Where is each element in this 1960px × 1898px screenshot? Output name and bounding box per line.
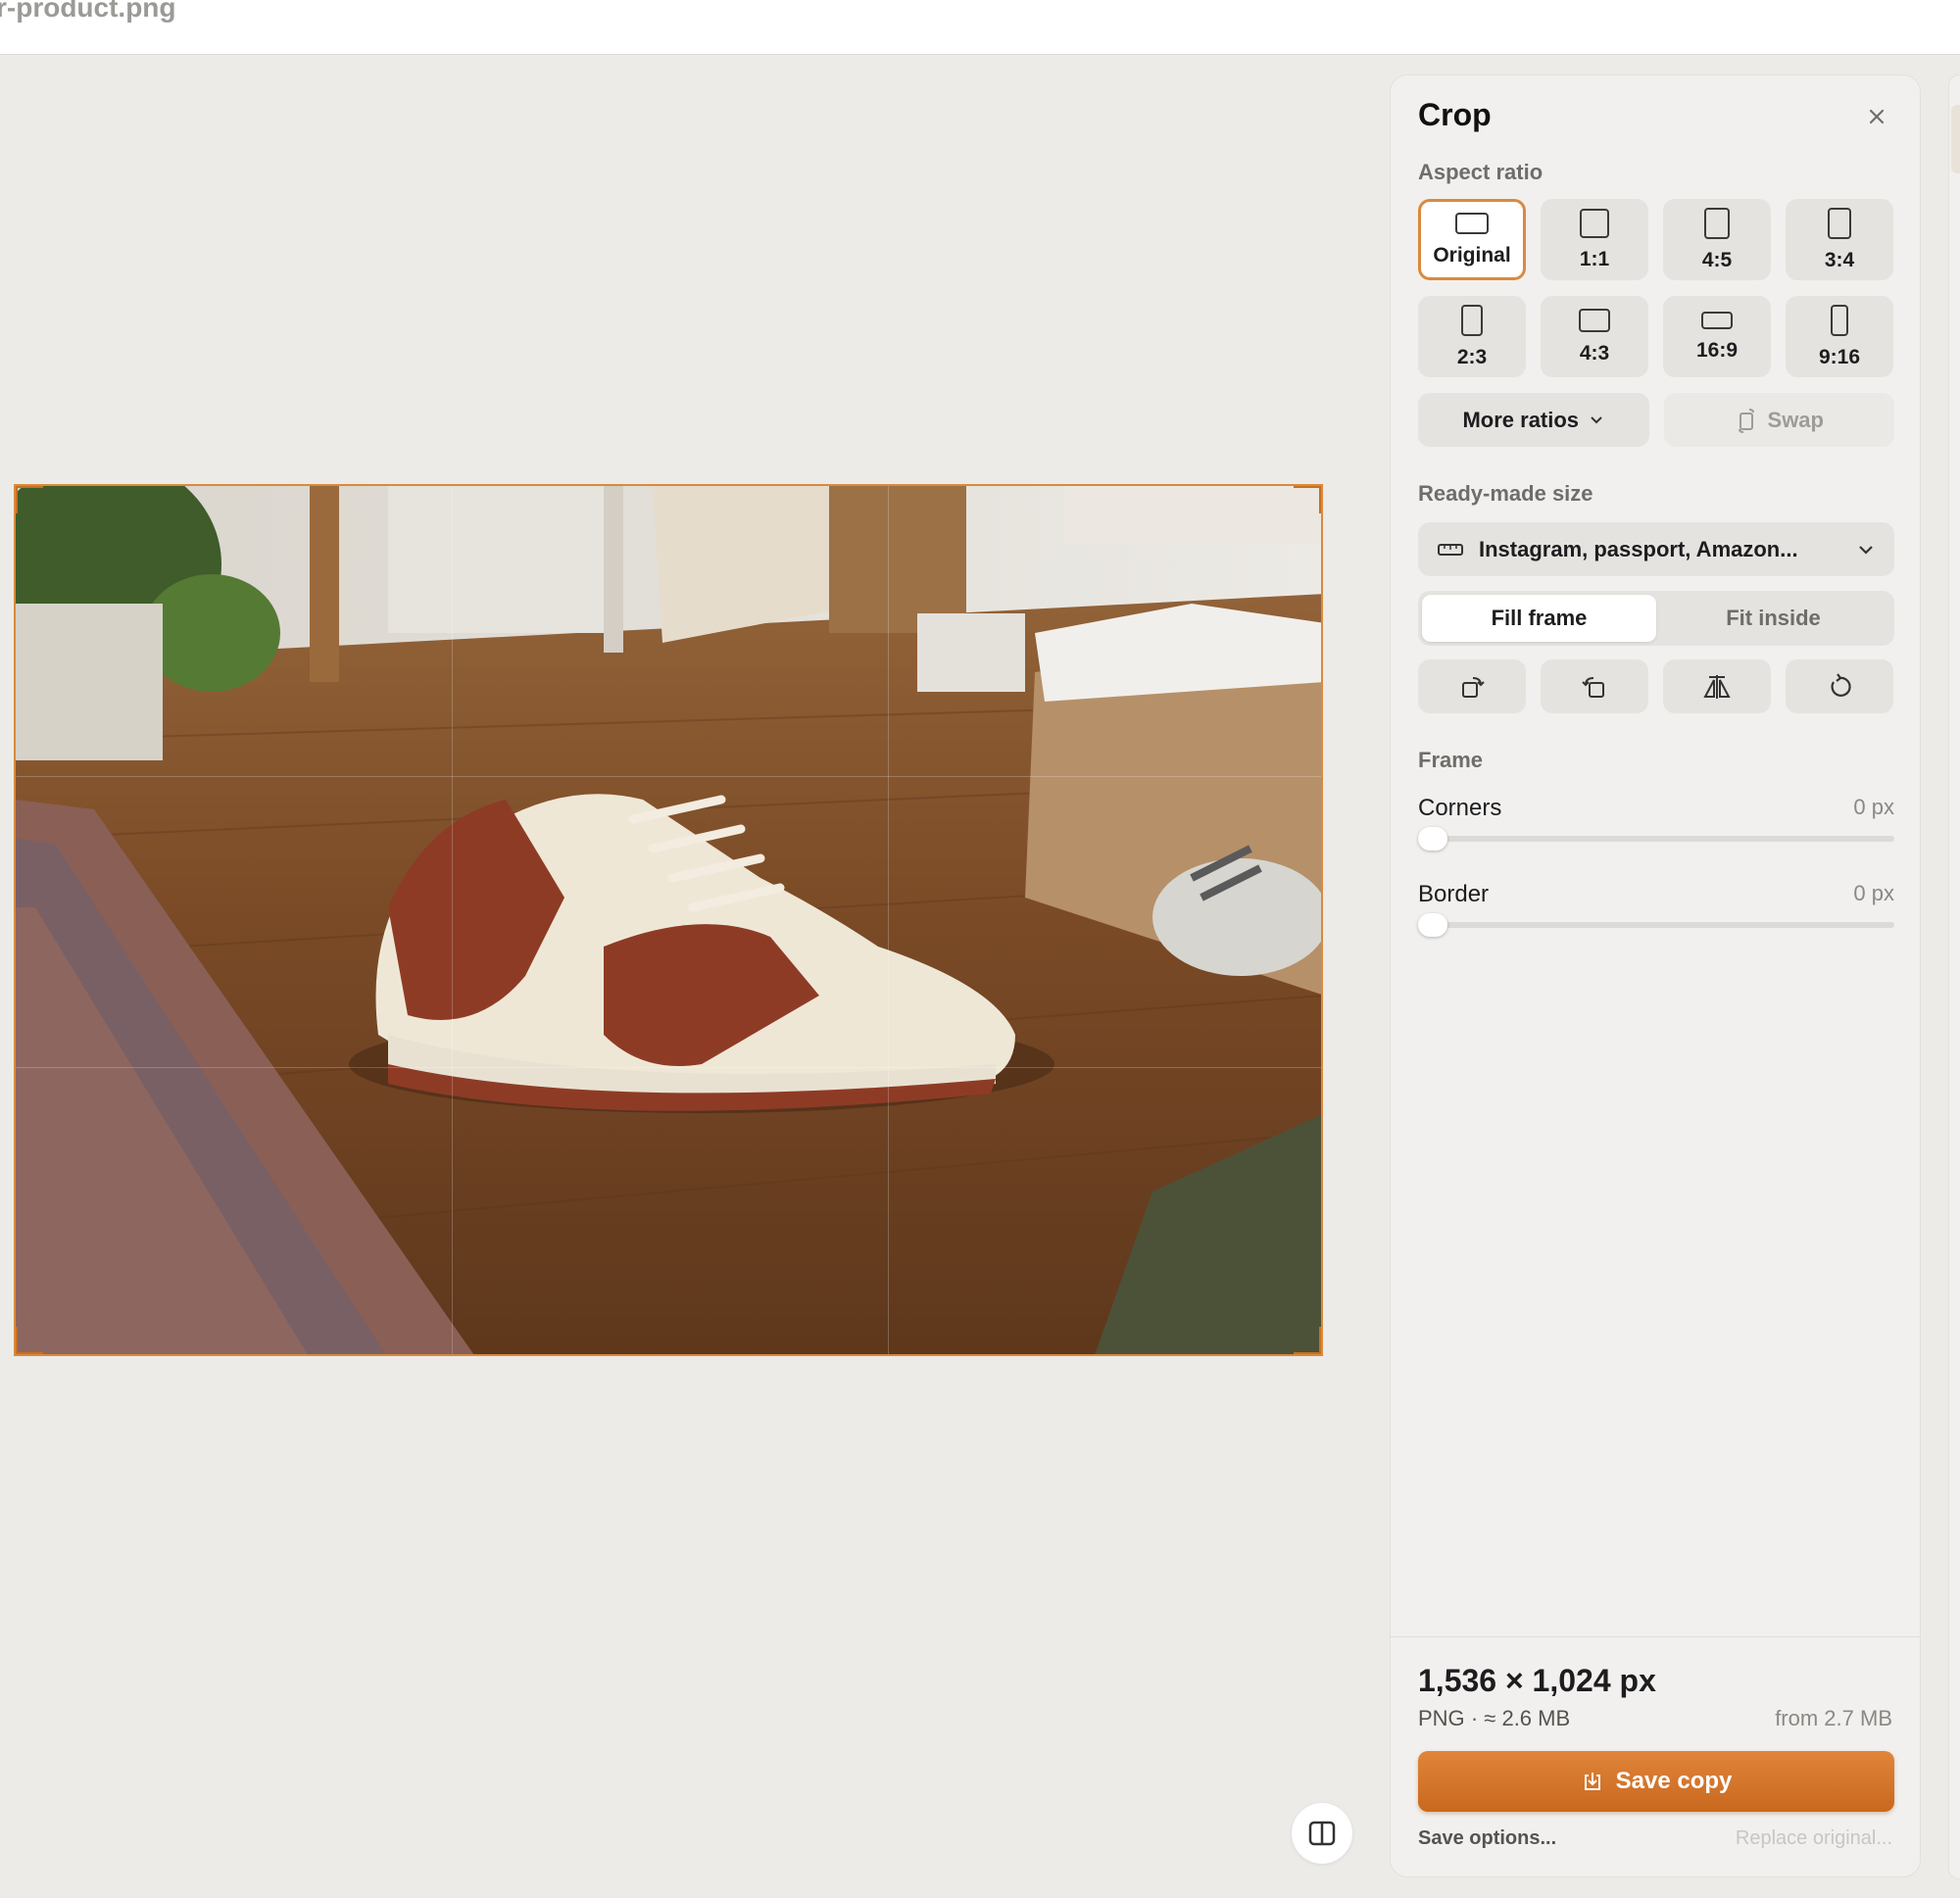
grid-line-v2 <box>888 486 889 1354</box>
footer-divider <box>1391 1636 1920 1637</box>
aspect-ratio-label: Aspect ratio <box>1418 160 1544 184</box>
ruler-icon <box>1438 543 1463 556</box>
square-icon <box>1580 208 1609 238</box>
ratio-4-5[interactable]: 4:5 <box>1663 199 1771 280</box>
landscape-icon <box>1455 212 1489 234</box>
corners-slider-thumb[interactable] <box>1418 827 1447 851</box>
secondary-panel-edge <box>1948 74 1960 1879</box>
title-bar: r-product.png <box>0 0 1960 55</box>
panel-title: Crop <box>1418 97 1492 132</box>
frame-label: Frame <box>1418 748 1484 772</box>
aspect-ratio-grid: Original 1:1 4:5 3:4 2:3 4:3 16:9 9:16 <box>1418 199 1894 377</box>
ratio-3-4[interactable]: 3:4 <box>1786 199 1893 280</box>
ratio-original[interactable]: Original <box>1418 199 1526 280</box>
crop-handle-bottom-right[interactable] <box>1294 1327 1321 1354</box>
ratio-label: 16:9 <box>1695 338 1739 362</box>
corners-slider-row: Corners 0 px <box>1418 795 1894 863</box>
portrait-icon <box>1828 207 1851 239</box>
ratio-16-9[interactable]: 16:9 <box>1663 296 1771 377</box>
crop-handle-top-left[interactable] <box>16 486 43 513</box>
chevron-down-icon <box>1859 545 1873 555</box>
ready-made-size-select[interactable]: Instagram, passport, Amazon... <box>1418 522 1894 576</box>
rotate-right-icon <box>1462 676 1485 698</box>
rotate-right-button[interactable] <box>1418 659 1526 713</box>
corners-slider-track[interactable] <box>1418 836 1894 842</box>
ratio-1-1[interactable]: 1:1 <box>1541 199 1648 280</box>
fill-frame-option[interactable]: Fill frame <box>1422 595 1656 642</box>
border-slider-row: Border 0 px <box>1418 881 1894 949</box>
ready-made-label: Ready-made size <box>1418 481 1593 506</box>
file-name: r-product.png <box>0 0 176 23</box>
ratio-label: 9:16 <box>1818 345 1861 368</box>
ratio-label: 4:5 <box>1701 248 1733 271</box>
reset-rotation-button[interactable] <box>1786 659 1893 713</box>
download-icon <box>1584 1773 1600 1790</box>
portrait-icon <box>1704 207 1730 239</box>
tall-icon <box>1831 304 1848 336</box>
separator-dot: · <box>1470 1706 1485 1730</box>
transform-tools <box>1418 659 1894 713</box>
more-ratios-button[interactable]: More ratios <box>1418 393 1649 447</box>
ratio-4-3[interactable]: 4:3 <box>1541 296 1648 377</box>
grid-line-h1 <box>16 776 1321 777</box>
output-dimensions: 1,536 × 1,024 px <box>1418 1663 1656 1698</box>
border-slider-track[interactable] <box>1418 922 1894 928</box>
ratio-label: 2:3 <box>1456 345 1488 368</box>
compare-toggle-button[interactable] <box>1292 1803 1352 1864</box>
ratio-label: 1:1 <box>1579 247 1610 270</box>
ready-made-value: Instagram, passport, Amazon... <box>1479 536 1798 561</box>
ratio-label: Original <box>1433 243 1511 267</box>
landscape-icon <box>1579 308 1610 332</box>
ratio-actions: More ratios Swap <box>1418 393 1894 447</box>
rotate-left-icon <box>1582 676 1604 698</box>
border-value: 0 px <box>1853 881 1894 905</box>
corners-label: Corners <box>1418 795 1502 821</box>
reset-icon <box>1831 672 1851 697</box>
fill-mode-toggle: Fill frame Fit inside <box>1418 591 1894 646</box>
close-button[interactable] <box>1861 101 1892 132</box>
more-ratios-label: More ratios <box>1462 407 1580 432</box>
ratio-9-16[interactable]: 9:16 <box>1786 296 1893 377</box>
border-slider-thumb[interactable] <box>1418 913 1447 937</box>
original-size: from 2.7 MB <box>1775 1706 1892 1730</box>
portrait-icon <box>1461 304 1483 336</box>
crop-image[interactable] <box>14 484 1323 1356</box>
swap-button[interactable]: Swap <box>1663 393 1894 447</box>
fit-inside-option[interactable]: Fit inside <box>1656 595 1890 642</box>
grid-line-v1 <box>452 486 453 1354</box>
output-format: PNG <box>1418 1706 1465 1730</box>
swap-icon <box>1738 408 1754 433</box>
output-meta: PNG · ≈ 2.6 MB <box>1418 1706 1570 1731</box>
flip-horizontal-button[interactable] <box>1663 659 1771 713</box>
crop-handle-top-right[interactable] <box>1294 486 1321 513</box>
rotate-left-button[interactable] <box>1541 659 1648 713</box>
chevron-down-icon <box>1591 415 1602 423</box>
save-copy-button[interactable]: Save copy <box>1418 1751 1894 1812</box>
ratio-label: 4:3 <box>1579 341 1610 365</box>
close-icon <box>1869 109 1885 124</box>
border-label: Border <box>1418 881 1490 907</box>
swap-label: Swap <box>1767 407 1824 432</box>
save-copy-label: Save copy <box>1615 1768 1733 1794</box>
output-size: ≈ 2.6 MB <box>1484 1706 1571 1730</box>
ratio-2-3[interactable]: 2:3 <box>1418 296 1526 377</box>
product-photo <box>16 486 1321 1354</box>
flip-horizontal-icon <box>1703 674 1731 699</box>
ratio-label: 3:4 <box>1824 248 1855 271</box>
replace-original-link[interactable]: Replace original... <box>1736 1827 1892 1850</box>
split-view-icon <box>1308 1821 1336 1846</box>
crop-handle-bottom-left[interactable] <box>16 1327 43 1354</box>
wide-icon <box>1701 311 1733 329</box>
save-options-link[interactable]: Save options... <box>1418 1827 1556 1850</box>
grid-line-h2 <box>16 1067 1321 1068</box>
corners-value: 0 px <box>1853 795 1894 819</box>
crop-panel: Crop Aspect ratio Original 1:1 4:5 3:4 2… <box>1390 74 1921 1877</box>
